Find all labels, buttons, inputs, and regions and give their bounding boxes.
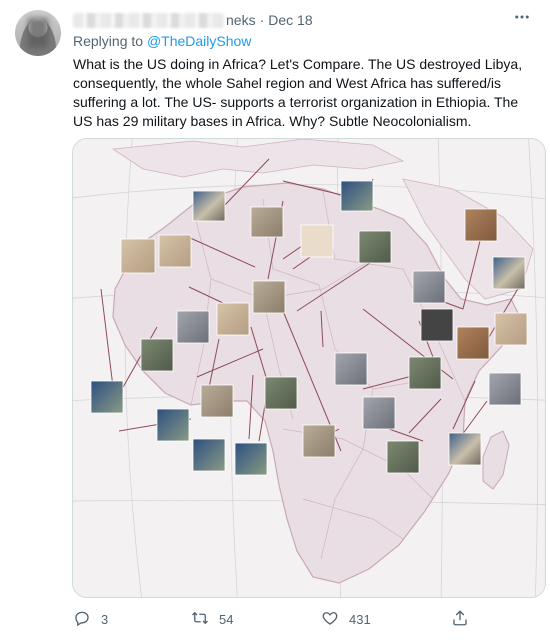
avatar-redaction: [28, 18, 48, 48]
avatar[interactable]: [15, 10, 61, 56]
author-name-suffix[interactable]: neks: [226, 12, 256, 28]
retweet-icon: [191, 609, 209, 630]
like-count: 431: [349, 611, 371, 627]
tweet-header: neks · Dec 18: [73, 10, 313, 30]
replying-to-label: Replying to: [73, 33, 147, 49]
share-icon: [451, 609, 469, 630]
tweet-media-image[interactable]: [72, 138, 546, 598]
more-horizontal-icon[interactable]: [508, 6, 536, 28]
reply-mention-link[interactable]: @TheDailyShow: [147, 33, 251, 49]
reply-icon: [73, 609, 91, 630]
author-name-redacted[interactable]: [73, 12, 225, 28]
header-separator: ·: [259, 12, 265, 28]
reply-count: 3: [101, 611, 109, 627]
tweet-actions: 3 54 431: [73, 607, 473, 631]
retweet-count: 54: [219, 611, 234, 627]
tweet[interactable]: neks · Dec 18 Replying to @TheDailyShow …: [0, 0, 550, 642]
replying-to-line: Replying to @TheDailyShow: [73, 33, 251, 49]
africa-map-image: [73, 139, 545, 597]
tweet-date[interactable]: Dec 18: [268, 12, 312, 28]
share-button[interactable]: [451, 607, 469, 631]
heart-icon: [321, 609, 339, 630]
retweet-button[interactable]: 54: [191, 607, 233, 631]
like-button[interactable]: 431: [321, 607, 371, 631]
reply-button[interactable]: 3: [73, 607, 108, 631]
tweet-text: What is the US doing in Africa? Let's Co…: [73, 56, 523, 129]
